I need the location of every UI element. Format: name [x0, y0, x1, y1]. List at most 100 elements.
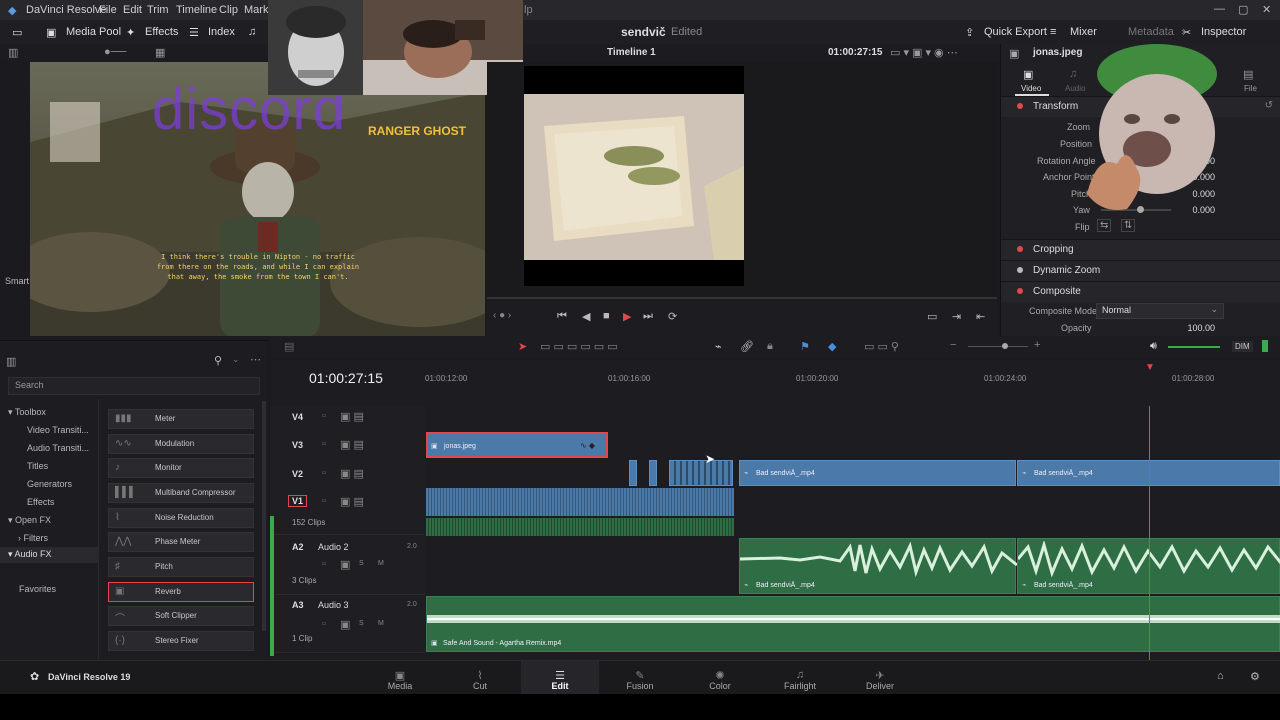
zoom-icons[interactable]: ▭ ▭ ⚲	[864, 340, 899, 353]
mute-button[interactable]: M	[378, 620, 384, 627]
clip-safe-and-sound[interactable]: ▣ Safe And Sound - Agartha Remix.mp4	[426, 596, 1280, 652]
lock-icon[interactable]: ▫	[322, 467, 326, 479]
fx-multiband-compressor[interactable]: ▌▌▌ Multiband Compressor	[108, 483, 254, 503]
prev-edit-icon[interactable]: ⇤	[976, 310, 985, 323]
fx-reverb[interactable]: ▣ Reverb	[108, 582, 254, 602]
workspace-icon[interactable]: ▭	[12, 26, 22, 39]
lock-icon[interactable]: ▫	[322, 438, 326, 450]
v2-short-clip-group[interactable]	[669, 460, 733, 486]
minimize-icon[interactable]: —	[1214, 3, 1225, 15]
composite-enable-toggle[interactable]	[1017, 288, 1023, 294]
opacity-value[interactable]: 100.00	[1175, 323, 1215, 333]
mute-button[interactable]: M	[378, 560, 384, 567]
fx-phase-meter[interactable]: ⋀⋀ Phase Meter	[108, 532, 254, 552]
index-icon[interactable]: ☰	[189, 26, 199, 39]
effects-button[interactable]: Effects	[145, 26, 178, 38]
auto-select-icon[interactable]: ▣ ▤	[340, 410, 364, 423]
tree-titles[interactable]: Titles	[27, 461, 48, 471]
track-header-a3[interactable]: A3 Audio 3 2.0 ▫ ▣ S M 1 Clip	[270, 596, 425, 653]
tab-file[interactable]: File	[1244, 84, 1257, 93]
media-pool-icon[interactable]: ▣	[46, 26, 56, 39]
menu-file[interactable]: File	[99, 4, 117, 16]
more-options-icon[interactable]: ⋯	[250, 353, 261, 366]
a1-clip-strip[interactable]	[426, 518, 734, 536]
auto-select-icon[interactable]: ▣ ▤	[340, 467, 364, 480]
fx-soft-clipper[interactable]: ⌒ Soft Clipper	[108, 606, 254, 626]
close-icon[interactable]: ✕	[1262, 3, 1271, 16]
tree-audio-fx-selected[interactable]: ▾ Audio FX	[0, 547, 98, 563]
menu-edit[interactable]: Edit	[123, 4, 142, 16]
lock-icon[interactable]: 🔒︎	[767, 340, 773, 353]
index-button[interactable]: Index	[208, 26, 235, 38]
snapping-icon[interactable]: ⌁	[715, 340, 722, 353]
scrub-bar[interactable]	[487, 297, 997, 299]
cropping-enable-toggle[interactable]	[1017, 246, 1023, 252]
clip-jonas-jpeg[interactable]: ▣ jonas.jpeg ∿ ◆	[426, 432, 608, 458]
fx-pitch[interactable]: ♯ Pitch	[108, 557, 254, 577]
play-reverse-icon[interactable]: ◀	[582, 310, 590, 323]
maximize-icon[interactable]: ▢	[1238, 3, 1248, 16]
auto-select-icon[interactable]: ▣ ▤	[340, 495, 364, 508]
metadata-button[interactable]: Metadata	[1128, 26, 1174, 38]
effects-search-input[interactable]: Search	[8, 377, 260, 395]
cropping-section[interactable]: Cropping	[1001, 239, 1280, 260]
v2-short-clip[interactable]	[629, 460, 637, 486]
reset-icon[interactable]: ↺	[1265, 100, 1273, 111]
go-to-start-icon[interactable]: ⏮	[557, 310, 567, 323]
lock-icon[interactable]: ▫	[322, 410, 326, 422]
audio-tab-icon[interactable]: ♫	[1069, 68, 1077, 80]
menu-trim[interactable]: Trim	[147, 4, 169, 16]
stop-icon[interactable]: ■	[603, 310, 610, 322]
flip-horizontal-icon[interactable]: ⇆	[1097, 219, 1112, 232]
panel-toggle-icon[interactable]: ▥	[6, 355, 16, 368]
flag-icon[interactable]: ⚑	[800, 340, 810, 353]
v1-clip-strip[interactable]	[426, 488, 734, 516]
lock-icon[interactable]: ▫	[322, 558, 326, 570]
zoom-slider[interactable]: ●──	[104, 46, 126, 58]
volume-icon[interactable]: 🔊︎	[1150, 340, 1157, 353]
solo-button[interactable]: S	[359, 560, 364, 567]
tree-video-transitions[interactable]: Video Transiti...	[27, 425, 89, 435]
page-cut[interactable]: ⌇ Cut	[450, 669, 510, 691]
marker-icon[interactable]: ◆	[828, 340, 836, 353]
dynamic-zoom-section[interactable]: Dynamic Zoom	[1001, 260, 1280, 281]
jog-control[interactable]: ‹ ● ›	[493, 310, 511, 321]
chevron-down-icon[interactable]: ⌄	[232, 354, 240, 365]
lock-icon[interactable]: ▫	[322, 495, 326, 507]
tree-generators[interactable]: Generators	[27, 479, 72, 489]
page-fusion[interactable]: ✎ Fusion	[610, 669, 670, 691]
source-viewer[interactable]: discord RANGER GHOST I think there's tro…	[30, 62, 485, 336]
inspector-button[interactable]: Inspector	[1201, 26, 1246, 38]
inspector-icon[interactable]: ✂	[1182, 26, 1191, 39]
flip-vertical-icon[interactable]: ⇅	[1121, 219, 1136, 232]
tree-open-fx[interactable]: ▾ Open FX	[8, 515, 51, 526]
trim-tools-icons[interactable]: ▭ ▭ ▭ ▭ ▭ ▭	[540, 340, 618, 353]
next-edit-icon[interactable]: ⇥	[952, 310, 961, 323]
track-header-v1[interactable]: V1 ▫ ▣ ▤ 152 Clips	[270, 490, 425, 535]
home-icon[interactable]: ⌂	[1217, 670, 1224, 682]
grid-view-icon[interactable]: ▦	[155, 46, 165, 59]
dim-button[interactable]: DIM	[1232, 341, 1253, 352]
clips-area[interactable]: ▣ jonas.jpeg ∿ ◆ ⌁ Bad sendviÄ_.mp4 ⌁ Ba…	[425, 406, 1280, 660]
timeline-options-icon[interactable]: ▤	[284, 340, 294, 353]
clip-bad-sendvic-a2-a[interactable]: ⌁ Bad sendviÄ_.mp4	[739, 538, 1017, 594]
zoom-in-icon[interactable]: +	[1034, 339, 1040, 351]
viewer-options-icon[interactable]: ▭ ▾ ▣ ▾ ◉ ⋯	[890, 46, 958, 59]
track-header-v2[interactable]: V2 ▫ ▣ ▤	[270, 462, 425, 491]
lock-icon[interactable]: ▫	[322, 618, 326, 630]
go-to-end-icon[interactable]: ⏭	[643, 310, 653, 323]
auto-select-icon[interactable]: ▣ ▤	[340, 438, 364, 451]
fx-stereo-fixer[interactable]: (·) Stereo Fixer	[108, 631, 254, 651]
track-header-a2[interactable]: A2 Audio 2 2.0 ▫ ▣ S M 3 Clips	[270, 536, 425, 595]
gear-icon[interactable]: ⚙	[1250, 670, 1260, 683]
linked-selection-icon[interactable]: 🔗︎	[740, 340, 754, 353]
timeline-zoom-slider[interactable]	[968, 343, 1028, 349]
match-frame-icon[interactable]: ▭	[927, 310, 937, 323]
mixer-icon[interactable]: ≡	[1050, 26, 1056, 38]
panel-scrollbar[interactable]	[262, 401, 266, 631]
loop-icon[interactable]: ⟳	[668, 310, 677, 323]
quick-export-button[interactable]: Quick Export	[984, 26, 1047, 38]
menu-mark[interactable]: Mark	[244, 4, 268, 16]
media-pool-button[interactable]: Media Pool	[66, 26, 121, 38]
mixer-button[interactable]: Mixer	[1070, 26, 1097, 38]
